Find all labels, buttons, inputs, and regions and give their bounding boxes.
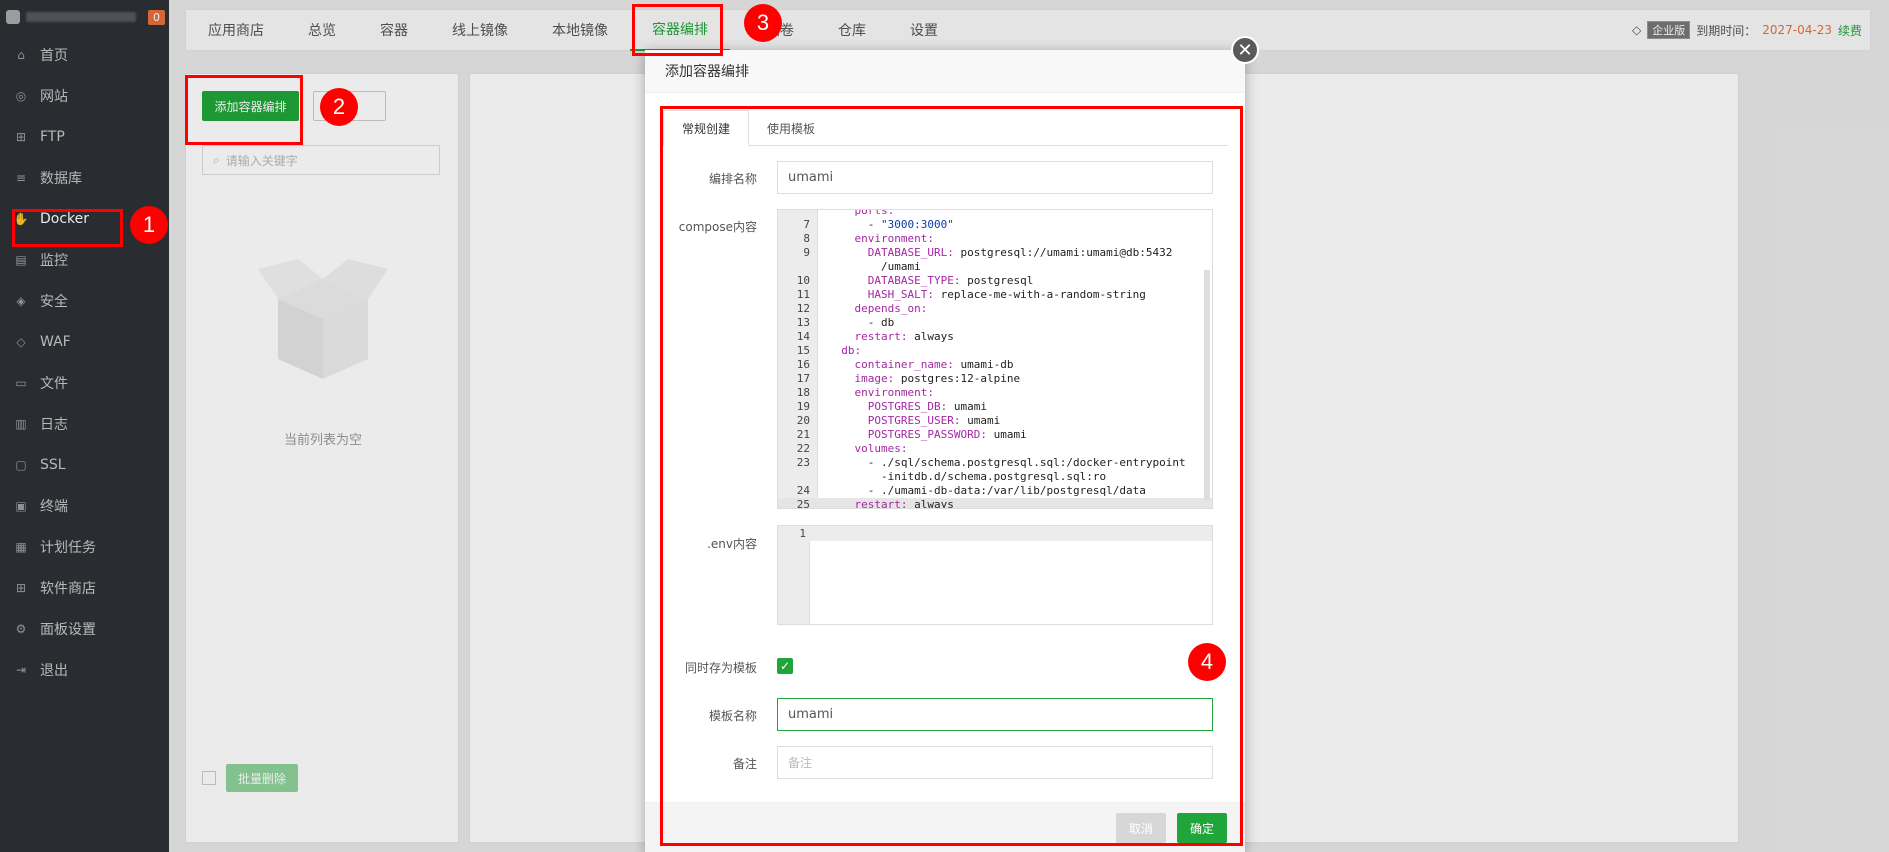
annotation-number-4: 4 xyxy=(1188,643,1226,681)
annotation-number-1: 1 xyxy=(130,206,168,244)
annotation-number-3: 3 xyxy=(744,4,782,42)
annotation-box-compose-tab xyxy=(632,4,723,56)
close-icon[interactable]: ✕ xyxy=(1231,36,1259,64)
annotation-box-docker xyxy=(12,209,123,247)
annotation-box-add xyxy=(185,75,303,145)
annotation-number-2: 2 xyxy=(320,88,358,126)
modal-title: 添加容器编排 xyxy=(645,50,1245,93)
annotation-box-form xyxy=(660,106,1243,846)
